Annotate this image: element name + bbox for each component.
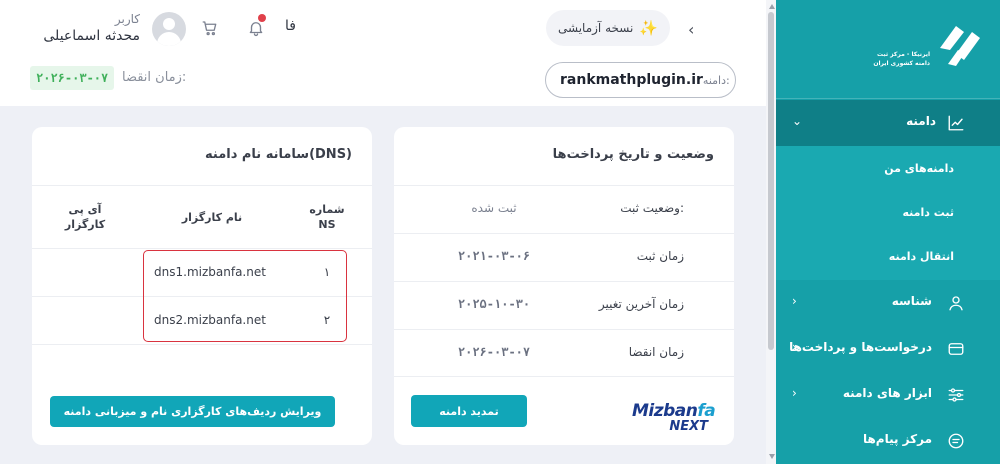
brand-top: Mizban — [632, 401, 698, 421]
edit-nameservers-button[interactable]: ویرایش ردیف‌های کارگزاری نام و میزبانی د… — [50, 396, 335, 427]
last-change-label: زمان آخرین تغییر — [598, 297, 684, 311]
chevron-left-icon[interactable]: ‹ — [688, 20, 694, 39]
irnic-logo-icon — [940, 26, 980, 66]
mizbanfa-logo: Mizbanfa NEXT — [632, 402, 722, 436]
user-info[interactable]: کاربر محدثه اسماعیلی — [40, 12, 140, 44]
sidebar-subitem-my-domains[interactable]: دامنه‌های من — [884, 162, 954, 175]
trial-label: نسخه آزمایشی — [558, 21, 634, 35]
irnic-logo[interactable]: ایرنیکا - مرکز ثبت دامنه کشوری ایران — [866, 20, 992, 70]
sidebar-item-label: درخواست‌ها و پرداخت‌ها — [789, 340, 932, 354]
status-value: ثبت شده — [471, 201, 517, 215]
table-row: وضعیت ثبت: ثبت شده — [394, 185, 734, 233]
chevron-left-icon: › — [792, 386, 797, 400]
sidebar-item-label: شناسه — [891, 294, 932, 308]
brand-top-accent: fa — [697, 401, 716, 421]
sidebar-item-message-center[interactable]: مرکز پیام‌ها — [776, 418, 1000, 464]
sidebar-subitem-register-domain[interactable]: ثبت دامنه — [903, 206, 954, 219]
domain-selector[interactable]: rankmathplugin.ir دامنه: — [545, 62, 736, 98]
registered-value: ۲۰۲۱-۰۳-۰۶ — [457, 249, 531, 263]
user-name: محدثه اسماعیلی — [43, 28, 140, 44]
top-header: کاربر محدثه اسماعیلی فا نسخه آزمایشی ✨ ‹… — [0, 0, 766, 106]
card-icon — [946, 339, 966, 359]
avatar-head — [163, 18, 175, 30]
avatar-body — [157, 32, 181, 46]
domain-submenu: دامنه‌های من ثبت دامنه انتقال دامنه — [776, 146, 1000, 280]
user-icon — [946, 293, 966, 313]
sidebar-item-label: ابزار های دامنه — [842, 386, 932, 400]
sidebar-item-requests-payments[interactable]: › درخواست‌ها و پرداخت‌ها — [776, 326, 1000, 372]
dns-card: سامانه نام دامنه(DNS) شماره NS نام کارگز… — [32, 127, 372, 445]
sparkle-icon: ✨ — [639, 19, 658, 37]
sidebar-item-label: مرکز پیام‌ها — [862, 432, 932, 446]
domain-label: دامنه: — [702, 73, 730, 87]
sidebar-separator — [776, 98, 1000, 99]
table-row: زمان ثبت ۲۰۲۱-۰۳-۰۶ — [394, 233, 734, 281]
cart-icon[interactable] — [198, 16, 222, 40]
last-change-value: ۲۰۲۵-۱۰-۳۰ — [457, 297, 531, 311]
status-card: وضعیت و تاریخ پرداخت‌ها وضعیت ثبت: ثبت ش… — [394, 127, 734, 445]
notification-dot — [258, 14, 266, 22]
sliders-icon — [946, 385, 966, 405]
bell-icon[interactable] — [244, 14, 268, 40]
chevron-down-icon: ⌄ — [792, 114, 803, 128]
avatar[interactable] — [152, 12, 186, 46]
scrollbar-thumb[interactable] — [768, 12, 774, 350]
column-ns-number: شماره NS — [309, 203, 345, 231]
sidebar: ایرنیکا - مرکز ثبت دامنه کشوری ایران ⌄ د… — [776, 0, 1000, 464]
chevron-left-icon: › — [792, 294, 797, 308]
registered-label: زمان ثبت — [636, 249, 684, 263]
expire-date-badge: ۲۰۲۶-۰۳-۰۷ — [30, 66, 115, 90]
sidebar-item-domain[interactable]: ⌄ دامنه — [776, 100, 1000, 146]
sidebar-item-identity[interactable]: › شناسه — [776, 280, 1000, 326]
expire-row-label: زمان انقضا — [628, 345, 684, 359]
chart-icon — [946, 113, 966, 133]
status-label: وضعیت ثبت: — [620, 201, 684, 215]
scroll-up-arrow[interactable] — [769, 4, 775, 9]
domain-name: rankmathplugin.ir — [560, 72, 703, 88]
sidebar-subitem-transfer-domain[interactable]: انتقال دامنه — [889, 250, 954, 263]
column-nameserver: نام کارگزار — [181, 211, 243, 224]
expire-row-value: ۲۰۲۶-۰۳-۰۷ — [457, 345, 531, 359]
logo-text: ایرنیکا - مرکز ثبت دامنه کشوری ایران — [873, 51, 930, 67]
user-role: کاربر — [114, 12, 140, 26]
message-icon — [946, 431, 966, 451]
dns-table-header: شماره NS نام کارگزار آی پی کارگزار — [32, 185, 372, 249]
sidebar-item-label: دامنه — [906, 114, 936, 128]
renew-domain-button[interactable]: تمدید دامنه — [411, 395, 527, 427]
sidebar-item-domain-tools[interactable]: › ابزار های دامنه — [776, 372, 1000, 418]
expire-label: زمان انقضا: — [122, 70, 187, 85]
dns-card-title: سامانه نام دامنه(DNS) — [205, 147, 352, 162]
column-nameserver-ip: آی پی کارگزار — [64, 203, 106, 231]
table-row: زمان آخرین تغییر ۲۰۲۵-۱۰-۳۰ — [394, 281, 734, 329]
table-row: زمان انقضا ۲۰۲۶-۰۳-۰۷ — [394, 329, 734, 377]
status-card-title: وضعیت و تاریخ پرداخت‌ها — [552, 147, 714, 162]
nameserver-highlight — [143, 250, 347, 342]
trial-version-button[interactable]: نسخه آزمایشی ✨ — [546, 10, 670, 46]
scroll-down-arrow[interactable] — [769, 454, 775, 459]
language-switcher[interactable]: فا — [285, 18, 296, 34]
brand-bottom: NEXT — [669, 419, 708, 434]
